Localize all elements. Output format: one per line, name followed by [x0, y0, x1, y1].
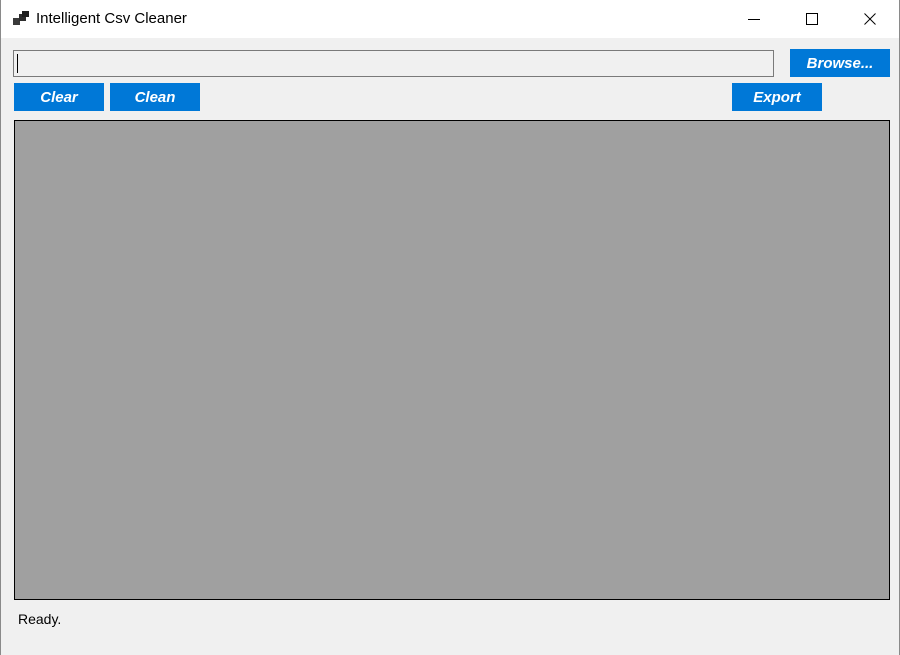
browse-button[interactable]: Browse... — [790, 49, 890, 77]
text-caret — [17, 54, 18, 73]
data-grid[interactable] — [14, 120, 890, 600]
app-window-icon — [13, 11, 29, 27]
close-button[interactable] — [841, 0, 899, 38]
clean-button[interactable]: Clean — [110, 83, 200, 111]
main-window: Intelligent Csv Cleaner Browse... Clear … — [0, 0, 900, 655]
file-path-input[interactable] — [13, 50, 774, 77]
maximize-icon — [806, 13, 818, 25]
close-icon — [864, 13, 876, 25]
clear-button[interactable]: Clear — [14, 83, 104, 111]
minimize-button[interactable] — [725, 0, 783, 38]
status-label: Ready. — [18, 611, 62, 627]
title-bar[interactable]: Intelligent Csv Cleaner — [1, 0, 899, 38]
window-title: Intelligent Csv Cleaner — [36, 10, 187, 27]
minimize-icon — [748, 13, 760, 25]
maximize-button[interactable] — [783, 0, 841, 38]
export-button[interactable]: Export — [732, 83, 822, 111]
